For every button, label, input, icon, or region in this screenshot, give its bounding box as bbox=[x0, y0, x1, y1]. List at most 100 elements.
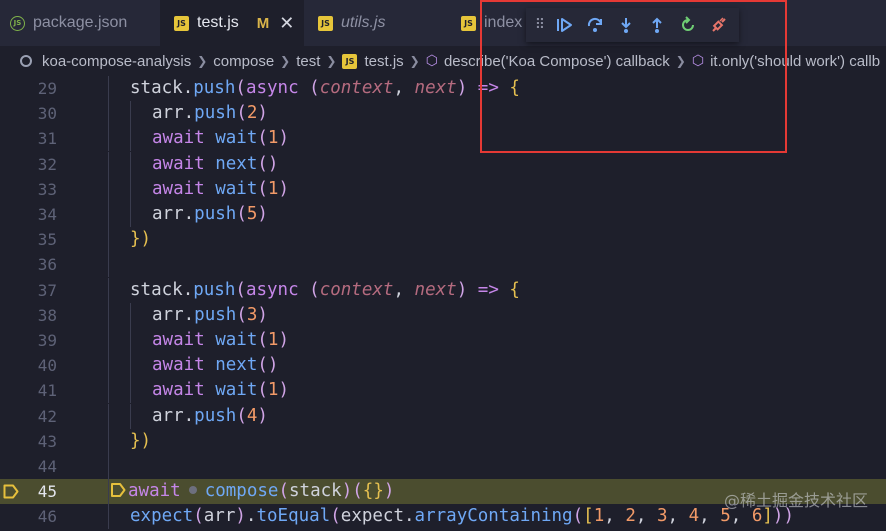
code-content: await compose(stack)({}) bbox=[110, 479, 394, 504]
indent-guide bbox=[108, 126, 109, 152]
line-number[interactable]: 46 bbox=[0, 504, 57, 529]
code-token: . bbox=[183, 304, 195, 325]
code-line[interactable]: 39 await wait(1) bbox=[0, 328, 886, 353]
breadcrumb-item[interactable]: koa-compose-analysis bbox=[42, 53, 191, 70]
code-token: . bbox=[245, 506, 257, 527]
code-line[interactable]: 43}) bbox=[0, 428, 886, 454]
code-token: arr bbox=[152, 204, 184, 224]
indent-guide bbox=[108, 504, 109, 530]
indent-guide bbox=[130, 378, 131, 404]
code-token: 1 bbox=[267, 178, 279, 199]
line-number[interactable]: 40 bbox=[0, 353, 57, 378]
indent-guide bbox=[108, 76, 109, 101]
inline-breakpoint-dot-icon[interactable] bbox=[188, 486, 197, 495]
code-token: 1 bbox=[267, 128, 279, 149]
code-line[interactable]: 42 arr.push(4) bbox=[0, 403, 886, 429]
code-token: wait bbox=[215, 330, 258, 350]
line-number[interactable]: 41 bbox=[0, 378, 57, 403]
code-token: expect bbox=[130, 506, 194, 527]
close-icon[interactable]: ✕ bbox=[279, 13, 294, 34]
indent-guide bbox=[108, 378, 109, 404]
code-token: arr bbox=[152, 103, 184, 124]
code-content: await next() bbox=[152, 353, 278, 378]
chevron-right-icon: ❯ bbox=[197, 54, 208, 68]
line-number[interactable]: 44 bbox=[0, 454, 57, 479]
line-number[interactable]: 37 bbox=[0, 278, 57, 303]
indent-guide bbox=[130, 302, 131, 328]
indent-guide bbox=[108, 353, 109, 379]
code-content: await next() bbox=[152, 152, 278, 177]
json-file-icon: JS bbox=[10, 15, 25, 31]
code-content: arr.push(2) bbox=[152, 101, 268, 126]
code-content: await wait(1) bbox=[152, 126, 289, 151]
code-token: 1 bbox=[267, 380, 279, 401]
code-token: }) bbox=[130, 229, 152, 250]
code-token: { bbox=[509, 279, 520, 300]
code-token: 3 bbox=[656, 506, 668, 527]
line-number[interactable]: 34 bbox=[0, 202, 57, 227]
code-token: . bbox=[183, 405, 195, 426]
code-token: . bbox=[182, 279, 194, 300]
code-line[interactable]: 41 await wait(1) bbox=[0, 378, 886, 404]
code-content: expect(arr).toEqual(expect.arrayContaini… bbox=[130, 504, 794, 529]
tab-package-json[interactable]: JS package.json bbox=[0, 0, 160, 46]
code-token: await bbox=[152, 128, 216, 149]
code-token: ( bbox=[309, 279, 320, 300]
breadcrumb-item[interactable]: test bbox=[296, 53, 320, 70]
tab-utils-js[interactable]: JS utils.js bbox=[304, 0, 449, 46]
line-number[interactable]: 42 bbox=[0, 404, 57, 429]
code-content: }) bbox=[130, 429, 151, 454]
code-line[interactable]: 44 bbox=[0, 454, 886, 479]
line-number[interactable]: 32 bbox=[0, 152, 57, 177]
code-token: async bbox=[245, 78, 310, 98]
code-line[interactable]: 33 await wait(1) bbox=[0, 176, 886, 202]
code-token: ( bbox=[352, 481, 363, 502]
breadcrumb-item[interactable]: test.js bbox=[364, 53, 403, 70]
code-token: 4 bbox=[688, 506, 700, 527]
code-token: [ bbox=[583, 506, 594, 527]
line-number[interactable]: 29 bbox=[0, 76, 57, 101]
line-number[interactable]: 35 bbox=[0, 227, 57, 252]
code-token: ) bbox=[456, 279, 468, 300]
code-content: arr.push(4) bbox=[152, 404, 268, 429]
code-token: ) bbox=[257, 304, 268, 325]
code-token: await bbox=[152, 355, 216, 376]
breadcrumb-item[interactable]: compose bbox=[213, 53, 274, 70]
line-number[interactable]: 31 bbox=[0, 126, 57, 151]
code-line[interactable]: 37 stack.push(async (context, next) => { bbox=[0, 277, 886, 303]
code-line[interactable]: 38 arr.push(3) bbox=[0, 302, 886, 328]
code-line[interactable]: 32 await next() bbox=[0, 151, 886, 177]
line-number[interactable]: 36 bbox=[0, 252, 57, 277]
code-line[interactable]: 34 arr.push(5) bbox=[0, 202, 886, 227]
breakpoint-current-icon[interactable] bbox=[3, 484, 19, 499]
chevron-right-icon: ❯ bbox=[326, 54, 337, 68]
code-line[interactable]: 40 await next() bbox=[0, 353, 886, 379]
line-number[interactable]: 43 bbox=[0, 429, 57, 454]
code-token: 1 bbox=[267, 330, 279, 350]
code-token: context bbox=[319, 78, 394, 98]
code-token: stack bbox=[130, 78, 183, 98]
code-token: ( bbox=[235, 78, 246, 98]
indent-guide bbox=[130, 151, 131, 177]
indent-guide bbox=[108, 151, 109, 177]
chevron-right-icon: ❯ bbox=[409, 54, 420, 68]
code-token: ) bbox=[383, 481, 395, 502]
line-number[interactable]: 33 bbox=[0, 177, 57, 202]
code-token: ( bbox=[330, 506, 341, 527]
code-line[interactable]: 35}) bbox=[0, 227, 886, 253]
code-token: . bbox=[182, 78, 194, 98]
code-token: next bbox=[414, 279, 457, 300]
line-number[interactable]: 38 bbox=[0, 303, 57, 328]
code-token: wait bbox=[215, 178, 258, 199]
code-token: ( bbox=[235, 279, 246, 300]
code-token: stack bbox=[130, 279, 183, 300]
code-token: ) bbox=[257, 103, 268, 124]
code-token: push bbox=[194, 103, 237, 124]
tab-test-js[interactable]: JS test.js M ✕ bbox=[160, 0, 304, 46]
indent-guide bbox=[130, 328, 131, 353]
code-token: push bbox=[193, 78, 236, 98]
code-line[interactable]: 36 bbox=[0, 252, 886, 278]
line-number[interactable]: 30 bbox=[0, 101, 57, 126]
line-number[interactable]: 39 bbox=[0, 328, 57, 353]
indent-guide bbox=[108, 252, 109, 278]
